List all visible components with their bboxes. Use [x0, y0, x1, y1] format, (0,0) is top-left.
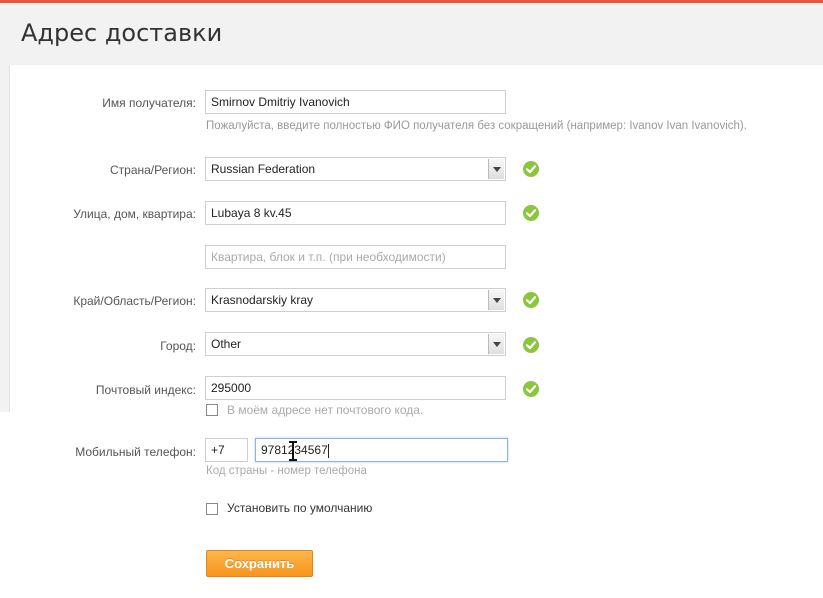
text-cursor-icon — [289, 441, 297, 461]
country-select[interactable]: Russian Federation — [205, 157, 506, 181]
recipient-input[interactable]: Smirnov Dmitriy Ivanovich — [205, 90, 506, 114]
phone-hint: Код страны - номер телефона — [206, 465, 367, 477]
phone-country-code-input[interactable]: +7 — [205, 438, 248, 462]
city-label: Город: — [160, 339, 196, 353]
region-select[interactable]: Krasnodarskiy kray — [205, 288, 506, 312]
check-circle-icon — [523, 161, 539, 177]
recipient-hint: Пожалуйста, введите полностью ФИО получа… — [206, 120, 747, 132]
region-label: Край/Область/Регион: — [73, 294, 196, 308]
chevron-down-icon[interactable] — [488, 159, 504, 179]
country-value: Russian Federation — [211, 162, 316, 176]
apartment-placeholder: Квартира, блок и т.п. (при необходимости… — [211, 250, 446, 264]
check-circle-icon — [523, 205, 539, 221]
chevron-down-icon[interactable] — [488, 334, 504, 354]
check-circle-icon — [523, 337, 539, 353]
phone-label: Мобильный телефон: — [75, 445, 196, 459]
postal-input[interactable]: 295000 — [205, 376, 506, 400]
set-default-checkbox[interactable] — [206, 503, 218, 515]
city-value: Other — [211, 337, 242, 351]
text-caret — [327, 443, 329, 458]
country-label: Страна/Регион: — [109, 163, 196, 177]
page-title: Адрес доставки — [21, 19, 223, 47]
street-value: Lubaya 8 kv.45 — [211, 206, 292, 220]
check-circle-icon — [523, 292, 539, 308]
save-button[interactable]: Сохранить — [206, 550, 313, 577]
left-gutter-end — [0, 412, 10, 598]
postal-value: 295000 — [211, 381, 252, 395]
region-value: Krasnodarskiy kray — [211, 293, 314, 307]
no-postal-checkbox[interactable] — [206, 404, 218, 416]
postal-label: Почтовый индекс: — [95, 383, 196, 397]
city-select[interactable]: Other — [205, 332, 506, 356]
street-label: Улица, дом, квартира: — [73, 207, 196, 221]
recipient-label: Имя получателя: — [102, 96, 196, 110]
phone-country-code-value: +7 — [211, 443, 225, 457]
street-input[interactable]: Lubaya 8 kv.45 — [205, 201, 506, 225]
check-circle-icon — [523, 381, 539, 397]
no-postal-label[interactable]: В моём адресе нет почтового кода. — [227, 403, 423, 417]
set-default-label[interactable]: Установить по умолчанию — [227, 501, 372, 515]
apartment-input[interactable]: Квартира, блок и т.п. (при необходимости… — [205, 245, 506, 269]
recipient-value: Smirnov Dmitriy Ivanovich — [211, 95, 350, 109]
chevron-down-icon[interactable] — [488, 290, 504, 310]
